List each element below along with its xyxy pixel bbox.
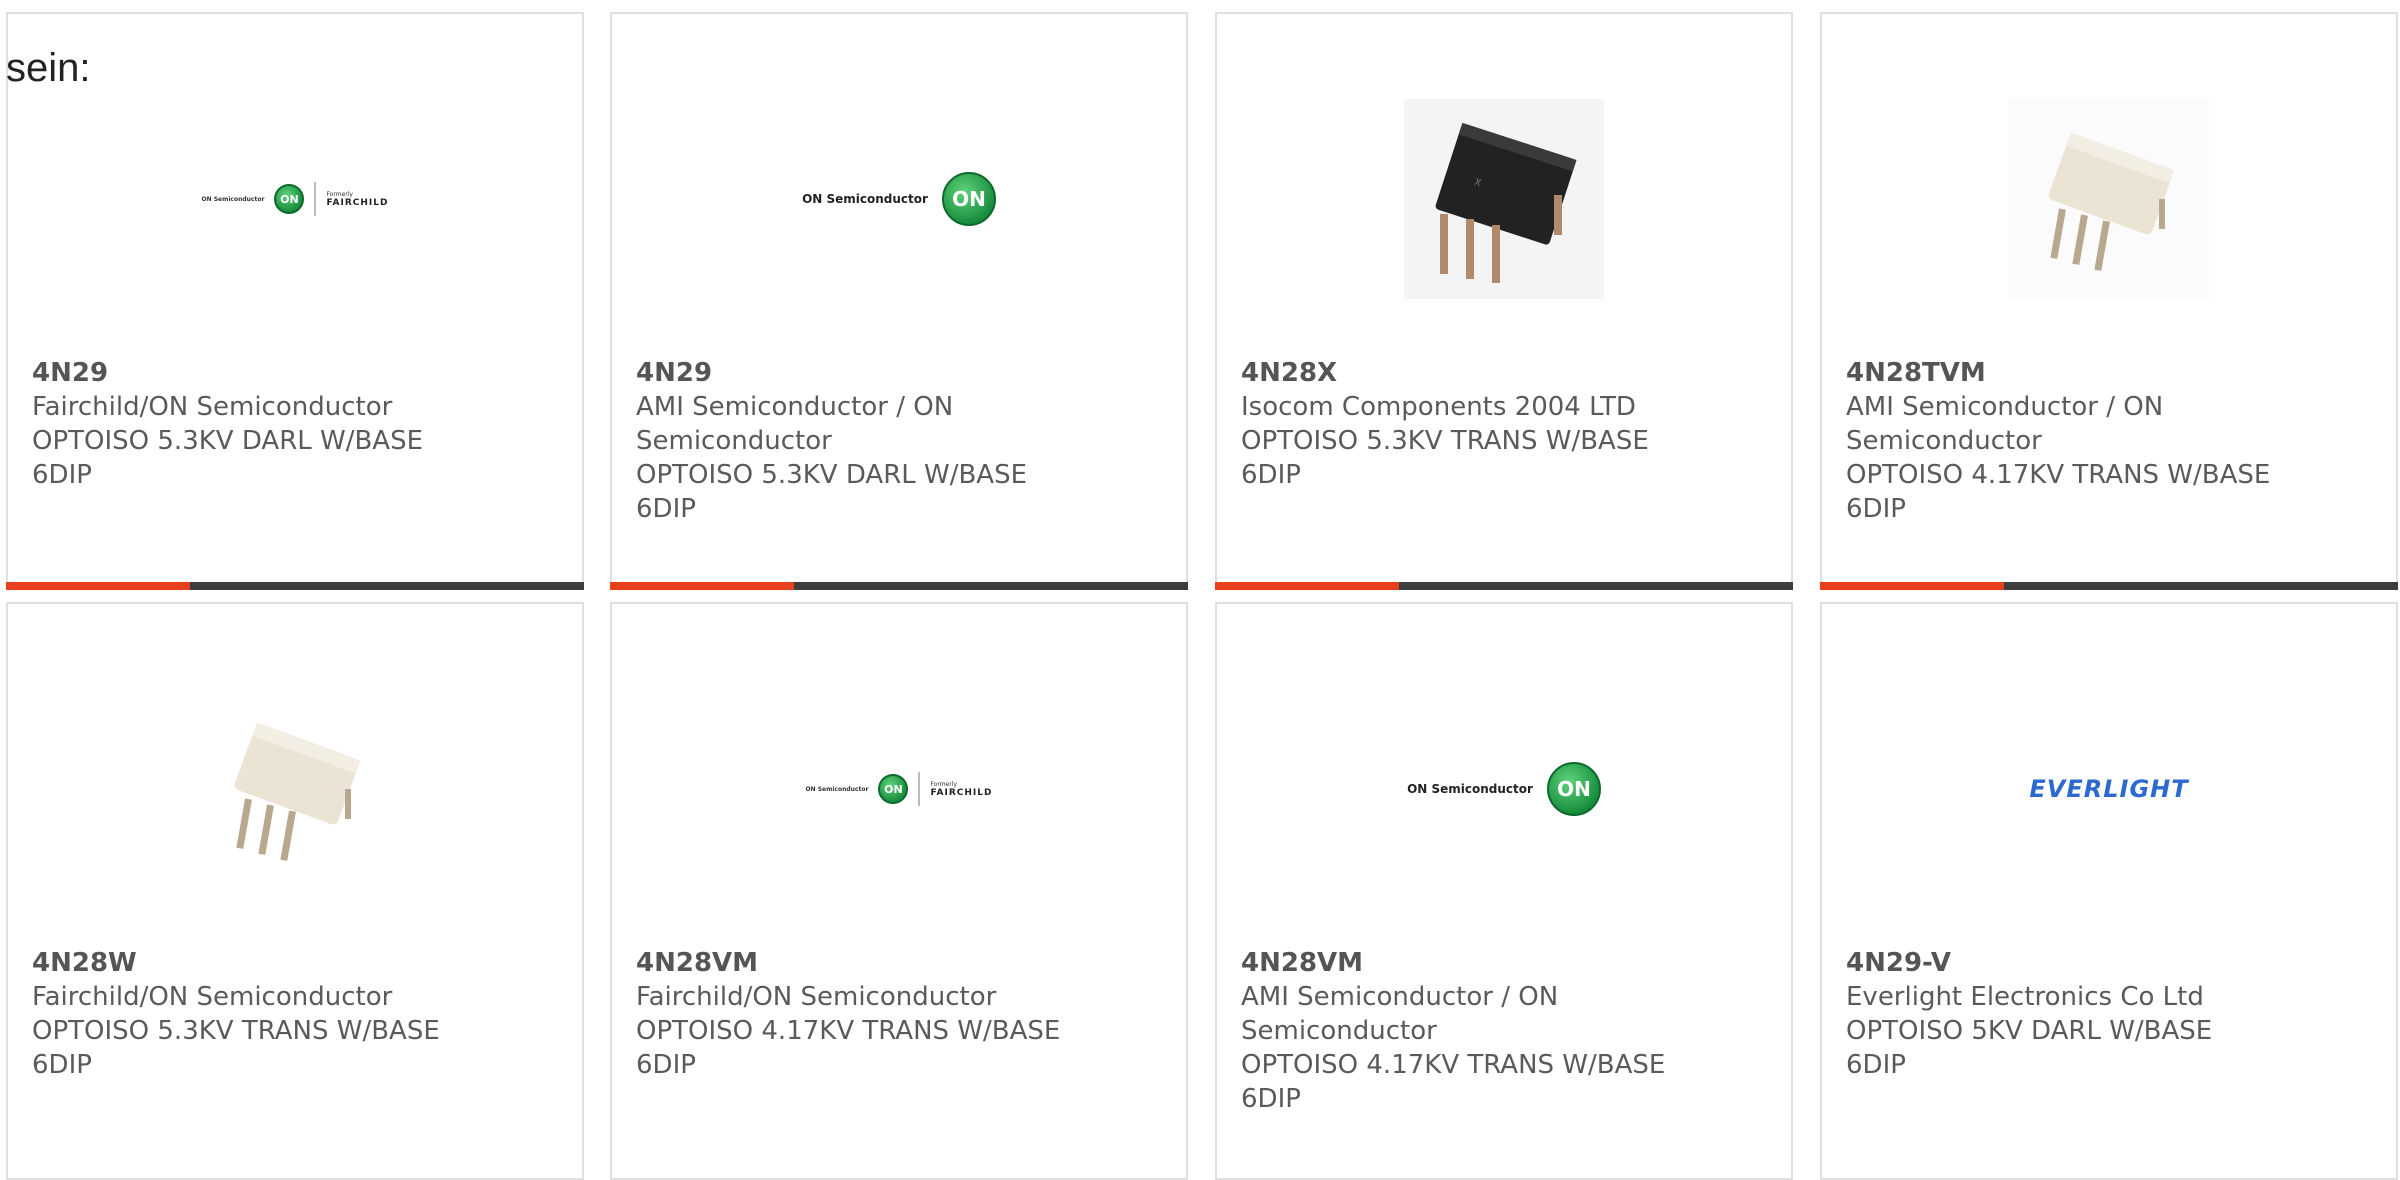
- fairchild-wordmark: FAIRCHILD: [930, 787, 993, 798]
- description: OPTOISO 5.3KV DARL W/BASE: [636, 460, 1028, 490]
- package: 6DIP: [636, 1050, 696, 1080]
- logo-divider: [314, 182, 317, 216]
- everlight-logo: EVERLIGHT: [2029, 775, 2189, 803]
- product-card-4n28tvm[interactable]: 4N28TVM AMI Semiconductor / ON Semicondu…: [1820, 12, 2398, 590]
- description: OPTOISO 5.3KV DARL W/BASE: [32, 426, 424, 456]
- product-card-4n29-v[interactable]: EVERLIGHT 4N29-V Everlight Electronics C…: [1820, 602, 2398, 1180]
- formerly-label: Formerly: [930, 780, 957, 788]
- description: OPTOISO 4.17KV TRANS W/BASE: [636, 1016, 1061, 1046]
- on-semiconductor-wordmark: ON Semiconductor: [802, 192, 928, 206]
- manufacturer-logo: ON Semiconductor ON Formerly FAIRCHILD: [612, 674, 1186, 904]
- on-semiconductor-wordmark: ON Semiconductor: [805, 785, 869, 793]
- product-image: [1822, 84, 2396, 314]
- manufacturer-logo: ON Semiconductor ON: [612, 84, 1186, 314]
- product-card-4n29-ami[interactable]: ON Semiconductor ON 4N29 AMI Semiconduct…: [610, 12, 1188, 590]
- package: 6DIP: [1241, 1084, 1301, 1114]
- description: OPTOISO 4.17KV TRANS W/BASE: [1846, 460, 2271, 490]
- black-chip-image: X: [1404, 99, 1604, 299]
- product-card-4n28vm-ami[interactable]: ON Semiconductor ON 4N28VM AMI Semicondu…: [1215, 602, 1793, 1180]
- fairchild-wordmark: FAIRCHILD: [326, 197, 389, 208]
- card-bottom-bar: [6, 582, 584, 590]
- card-bottom-bar: [610, 582, 1188, 590]
- manufacturer: Fairchild/ON Semiconductor: [32, 982, 393, 1012]
- package: 6DIP: [1241, 460, 1301, 490]
- part-number[interactable]: 4N28X: [1241, 356, 1761, 390]
- manufacturer-logo: ON Semiconductor ON: [1217, 674, 1791, 904]
- manufacturer: Everlight Electronics Co Ltd: [1846, 982, 2204, 1012]
- product-image: X: [1217, 84, 1791, 314]
- logo-divider: [918, 772, 921, 806]
- manufacturer: AMI Semiconductor / ON Semiconductor: [1241, 982, 1559, 1046]
- on-logo-icon: ON: [941, 172, 996, 226]
- product-card-4n28w[interactable]: 4N28W Fairchild/ON Semiconductor OPTOISO…: [6, 602, 584, 1180]
- product-image: [8, 674, 582, 904]
- on-logo-icon: ON: [878, 774, 909, 804]
- package: 6DIP: [636, 494, 696, 524]
- package: 6DIP: [32, 1050, 92, 1080]
- part-number[interactable]: 4N29-V: [1846, 946, 2366, 980]
- description: OPTOISO 5KV DARL W/BASE: [1846, 1016, 2213, 1046]
- part-number[interactable]: 4N28VM: [636, 946, 1156, 980]
- description: OPTOISO 4.17KV TRANS W/BASE: [1241, 1050, 1666, 1080]
- part-number[interactable]: 4N28VM: [1241, 946, 1761, 980]
- white-chip-image: [2009, 99, 2209, 299]
- intro-text: sein:: [6, 46, 91, 90]
- product-card-4n29-fairchild[interactable]: ON Semiconductor ON Formerly FAIRCHILD 4…: [6, 12, 584, 590]
- card-bottom-bar: [1820, 582, 2398, 590]
- formerly-label: Formerly: [326, 190, 353, 198]
- manufacturer: Fairchild/ON Semiconductor: [32, 392, 393, 422]
- on-logo-icon: ON: [1546, 762, 1601, 816]
- manufacturer-logo: ON Semiconductor ON Formerly FAIRCHILD: [8, 84, 582, 314]
- part-number[interactable]: 4N28W: [32, 946, 552, 980]
- card-bottom-bar: [1215, 582, 1793, 590]
- manufacturer: AMI Semiconductor / ON Semiconductor: [1846, 392, 2164, 456]
- description: OPTOISO 5.3KV TRANS W/BASE: [1241, 426, 1649, 456]
- manufacturer-logo: EVERLIGHT: [1822, 674, 2396, 904]
- package: 6DIP: [1846, 494, 1906, 524]
- package: 6DIP: [32, 460, 92, 490]
- white-chip-image: [195, 689, 395, 889]
- manufacturer: Fairchild/ON Semiconductor: [636, 982, 997, 1012]
- on-logo-icon: ON: [274, 184, 305, 214]
- package: 6DIP: [1846, 1050, 1906, 1080]
- product-card-4n28x[interactable]: X 4N28X Isocom Components 2004 LTD OPTOI…: [1215, 12, 1793, 590]
- on-semiconductor-wordmark: ON Semiconductor: [1407, 782, 1533, 796]
- product-card-4n28vm-fairchild[interactable]: ON Semiconductor ON Formerly FAIRCHILD 4…: [610, 602, 1188, 1180]
- on-semiconductor-wordmark: ON Semiconductor: [201, 195, 265, 203]
- part-number[interactable]: 4N28TVM: [1846, 356, 2366, 390]
- part-number[interactable]: 4N29: [32, 356, 552, 390]
- part-number[interactable]: 4N29: [636, 356, 1156, 390]
- description: OPTOISO 5.3KV TRANS W/BASE: [32, 1016, 440, 1046]
- manufacturer: AMI Semiconductor / ON Semiconductor: [636, 392, 954, 456]
- manufacturer: Isocom Components 2004 LTD: [1241, 392, 1636, 422]
